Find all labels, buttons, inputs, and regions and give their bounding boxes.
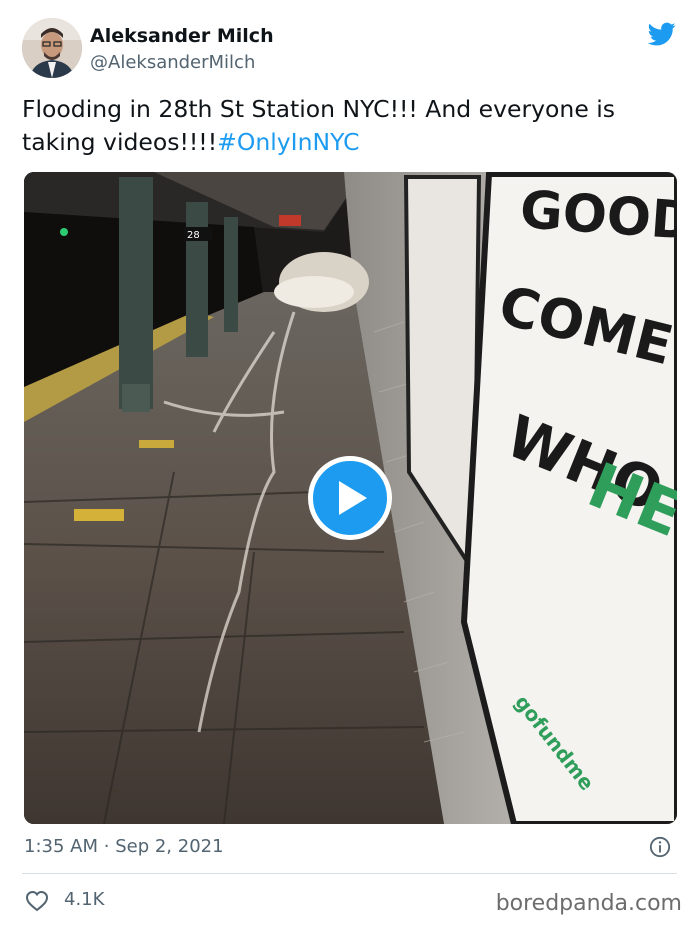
tweet-text: Flooding in 28th St Station NYC!!! And e…	[22, 93, 682, 159]
avatar[interactable]	[22, 18, 82, 78]
divider	[22, 873, 677, 874]
info-icon[interactable]	[649, 836, 671, 858]
author-name[interactable]: Aleksander Milch	[90, 25, 274, 47]
meta-separator: ·	[103, 836, 110, 857]
author-handle[interactable]: @AleksanderMilch	[90, 52, 255, 73]
like-count: 4.1K	[64, 889, 105, 910]
video-media[interactable]: 28 GOOD THIN COME TO THO WHO HELP gofund…	[24, 172, 677, 824]
play-icon	[339, 481, 367, 515]
heart-icon	[25, 890, 49, 912]
play-button[interactable]	[308, 456, 392, 540]
hashtag-link[interactable]: #OnlyInNYC	[217, 128, 359, 156]
tweet-time: 1:35 AM	[24, 836, 98, 857]
tweet-timestamp[interactable]: 1:35 AM · Sep 2, 2021	[24, 836, 224, 857]
watermark: boredpanda.com	[495, 891, 682, 916]
tweet-date: Sep 2, 2021	[115, 836, 224, 857]
station-sign: 28	[187, 230, 200, 241]
tweet-header: Aleksander Milch @AleksanderMilch	[22, 18, 682, 80]
twitter-bird-icon[interactable]	[646, 20, 678, 48]
